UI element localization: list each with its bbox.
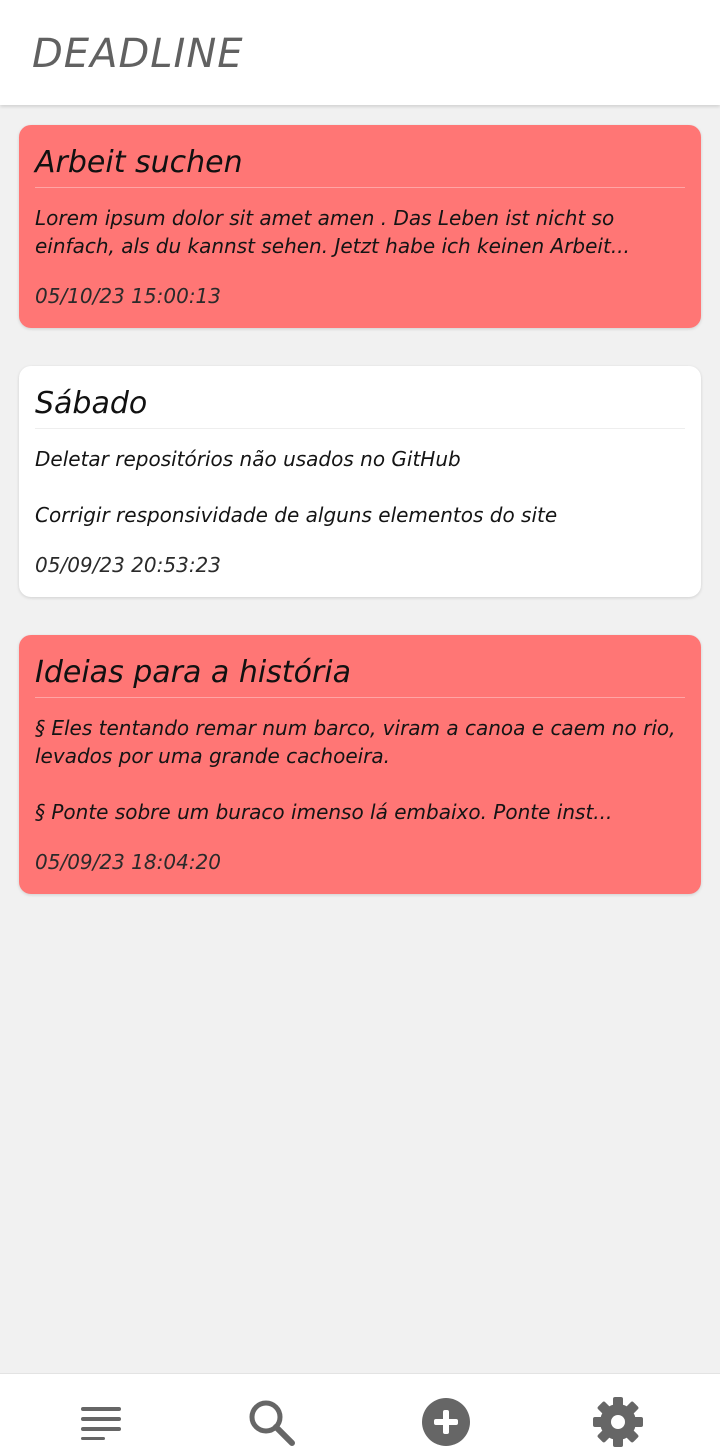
note-date: 05/09/23 20:53:23 (35, 553, 222, 577)
note-date: 05/09/23 18:04:20 (35, 850, 222, 874)
menu-icon (81, 1407, 121, 1440)
note-title: Sábado (35, 382, 685, 429)
app-title: DEADLINE (32, 31, 244, 77)
note-card[interactable]: Ideias para a história § Eles tentando r… (19, 635, 701, 894)
add-circle-icon (422, 1398, 470, 1446)
gear-icon (593, 1397, 643, 1447)
settings-button[interactable] (590, 1394, 646, 1450)
add-note-button[interactable] (418, 1394, 474, 1450)
note-date: 05/10/23 15:00:13 (35, 284, 222, 308)
note-body: § Eles tentando remar num barco, viram a… (35, 716, 676, 824)
app-root: DEADLINE Arbeit suchen Lorem ipsum dolor… (0, 0, 720, 1455)
note-body: Deletar repositórios não usados no GitHu… (35, 447, 558, 527)
search-button[interactable] (243, 1394, 299, 1450)
app-header: DEADLINE (0, 0, 720, 105)
notes-list: Arbeit suchen Lorem ipsum dolor sit amet… (19, 125, 701, 932)
note-card[interactable]: Arbeit suchen Lorem ipsum dolor sit amet… (19, 125, 701, 328)
note-title: Ideias para a história (35, 651, 685, 698)
note-body: Lorem ipsum dolor sit amet amen . Das Le… (35, 206, 630, 258)
search-icon (249, 1400, 295, 1446)
note-title: Arbeit suchen (35, 141, 685, 188)
bottom-navigation (0, 1373, 720, 1455)
note-card[interactable]: Sábado Deletar repositórios não usados n… (19, 366, 701, 597)
menu-button[interactable] (73, 1394, 129, 1450)
